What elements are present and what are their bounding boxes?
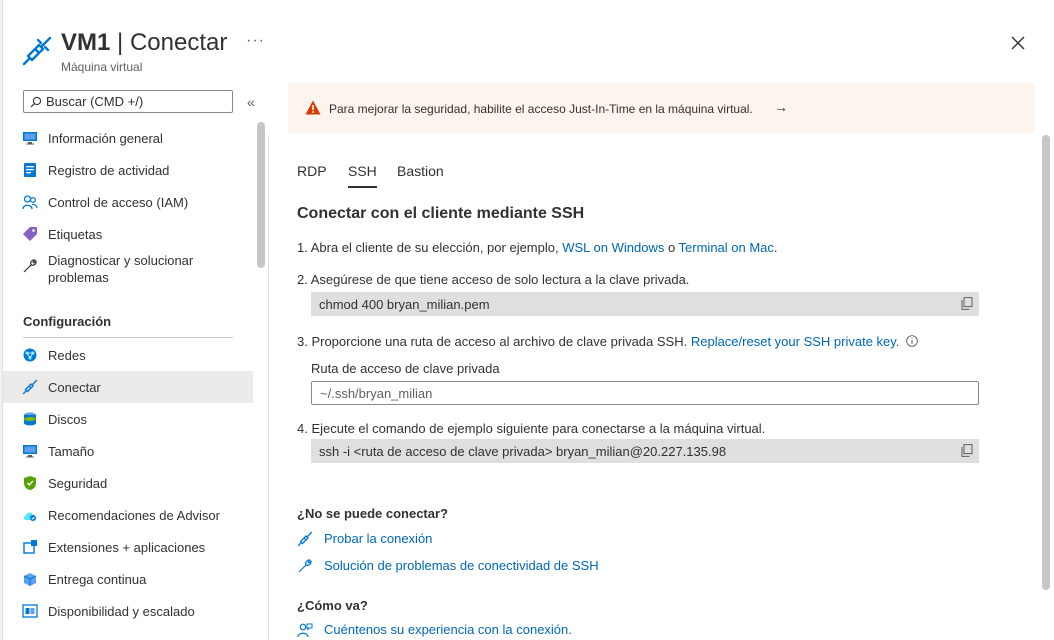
sidebar-item-label: Recomendaciones de Advisor bbox=[48, 508, 220, 523]
close-icon[interactable] bbox=[1006, 31, 1030, 55]
delivery-icon bbox=[23, 573, 37, 586]
wsl-link[interactable]: WSL on Windows bbox=[562, 240, 664, 255]
sidebar-item-label: Control de acceso (IAM) bbox=[48, 195, 189, 210]
copy-icon[interactable] bbox=[961, 297, 973, 310]
shield-icon bbox=[24, 476, 36, 490]
sidebar-item-label: Conectar bbox=[48, 380, 101, 395]
resource-menu: « Información general Registro de activi… bbox=[3, 82, 268, 640]
sidebar-item-label: Extensiones + aplicaciones bbox=[48, 540, 206, 555]
search-box bbox=[23, 90, 233, 113]
sidebar-item-label: Información general bbox=[48, 131, 163, 146]
sidebar-item-size[interactable]: Tamaño bbox=[3, 435, 253, 467]
copy-icon[interactable] bbox=[961, 444, 973, 457]
reset-key-link[interactable]: Replace/reset your SSH private key. bbox=[691, 334, 900, 349]
monitor-icon bbox=[23, 445, 37, 458]
sidebar-item-networking[interactable]: Redes bbox=[3, 339, 253, 371]
plug-icon bbox=[22, 379, 38, 395]
warning-icon bbox=[305, 100, 321, 115]
sidebar-item-label: Registro de actividad bbox=[48, 163, 170, 178]
step-2: 2. Asegúrese de que tiene acceso de solo… bbox=[297, 272, 690, 287]
plug-icon bbox=[297, 531, 313, 547]
collapse-menu-button[interactable]: « bbox=[247, 94, 255, 110]
tab-bastion[interactable]: Bastion bbox=[397, 163, 444, 179]
path-field-label: Ruta de acceso de clave privada bbox=[311, 361, 500, 376]
sidebar-item-overview[interactable]: Información general bbox=[3, 122, 253, 154]
troubleshoot-ssh-link[interactable]: Solución de problemas de conectividad de… bbox=[297, 556, 617, 576]
disk-icon bbox=[24, 412, 36, 426]
tab-ssh[interactable]: SSH bbox=[348, 163, 377, 188]
search-icon bbox=[30, 96, 42, 108]
sidebar-item-iam[interactable]: Control de acceso (IAM) bbox=[3, 186, 253, 218]
sidebar-item-disks[interactable]: Discos bbox=[3, 403, 253, 435]
sidebar-item-security[interactable]: Seguridad bbox=[3, 467, 253, 499]
step-3: 3. Proporcione una ruta de acceso al arc… bbox=[297, 334, 918, 349]
search-input[interactable] bbox=[46, 93, 229, 110]
feedback-icon bbox=[297, 623, 313, 638]
code-block-chmod: chmod 400 bryan_milian.pem bbox=[311, 292, 979, 316]
private-key-path-input[interactable] bbox=[311, 381, 979, 405]
step-1: 1. Abra el cliente de su elección, por e… bbox=[297, 240, 778, 255]
sidebar-item-label: Seguridad bbox=[48, 476, 108, 491]
content-scrollbar[interactable] bbox=[1042, 135, 1050, 590]
tab-rdp[interactable]: RDP bbox=[297, 163, 327, 179]
sidebar-item-label: Entrega continua bbox=[48, 572, 147, 587]
page-title: VM1 | Conectar bbox=[61, 29, 228, 56]
feedback-heading: ¿Cómo va? bbox=[297, 598, 368, 613]
sidebar-item-availability[interactable]: Disponibilidad y escalado bbox=[3, 595, 253, 627]
main-content: Para mejorar la seguridad, habilite el a… bbox=[268, 82, 1054, 640]
sidebar-item-diagnose[interactable]: Diagnosticar y solucionar problemas bbox=[3, 250, 253, 290]
test-connection-link[interactable]: Probar la conexión bbox=[297, 529, 497, 549]
sidebar-item-label: Diagnosticar y solucionar problemas bbox=[48, 253, 194, 285]
notice-text: Para mejorar la seguridad, habilite el a… bbox=[329, 102, 753, 116]
arrow-right-icon[interactable]: → bbox=[774, 99, 788, 115]
wrench-icon bbox=[298, 559, 312, 573]
activity-log-icon bbox=[24, 163, 36, 177]
sidebar-scrollbar-thumb[interactable] bbox=[257, 122, 265, 268]
sidebar-item-label: Etiquetas bbox=[48, 227, 103, 242]
sidebar-item-connect[interactable]: Conectar bbox=[3, 371, 253, 403]
code-text: chmod 400 bryan_milian.pem bbox=[319, 297, 490, 312]
sidebar-item-activity-log[interactable]: Registro de actividad bbox=[3, 154, 253, 186]
connect-panel: RDP SSH Bastion Conectar con el cliente … bbox=[268, 135, 1040, 640]
sidebar-item-label: Discos bbox=[48, 412, 88, 427]
sidebar-item-label: Disponibilidad y escalado bbox=[48, 604, 195, 619]
blade-header: VM1 | Conectar Máquina virtual ··· bbox=[0, 0, 1054, 82]
wrench-icon bbox=[23, 259, 37, 273]
jit-notice-banner[interactable]: Para mejorar la seguridad, habilite el a… bbox=[288, 83, 1034, 133]
section-heading: Conectar con el cliente mediante SSH bbox=[297, 205, 585, 222]
monitor-icon bbox=[23, 132, 37, 145]
people-icon bbox=[22, 195, 38, 210]
section-title-configuration: Configuración bbox=[23, 314, 112, 329]
availability-icon bbox=[22, 604, 38, 618]
code-text: ssh -i <ruta de acceso de clave privada>… bbox=[319, 444, 727, 459]
sidebar-item-tags[interactable]: Etiquetas bbox=[3, 218, 253, 250]
cant-connect-heading: ¿No se puede conectar? bbox=[297, 506, 448, 521]
feedback-link[interactable]: Cuéntenos su experiencia con la conexión… bbox=[297, 620, 597, 640]
more-options-button[interactable]: ··· bbox=[246, 32, 265, 50]
code-block-ssh: ssh -i <ruta de acceso de clave privada>… bbox=[311, 439, 979, 463]
section-divider bbox=[23, 337, 233, 338]
info-icon[interactable] bbox=[906, 335, 918, 347]
sidebar-scrollbar[interactable] bbox=[257, 122, 265, 640]
sidebar-item-continuous-delivery[interactable]: Entrega continua bbox=[3, 563, 253, 595]
sidebar-item-extensions[interactable]: Extensiones + aplicaciones bbox=[3, 531, 253, 563]
sidebar-item-label: Tamaño bbox=[48, 444, 95, 459]
network-icon bbox=[23, 348, 37, 362]
plug-icon bbox=[22, 36, 52, 66]
step-4: 4. Ejecute el comando de ejemplo siguien… bbox=[297, 421, 766, 436]
page-subtitle: Máquina virtual bbox=[61, 60, 143, 74]
terminal-mac-link[interactable]: Terminal on Mac bbox=[679, 240, 774, 255]
tag-icon bbox=[23, 227, 37, 241]
sidebar-item-advisor[interactable]: Recomendaciones de Advisor bbox=[3, 499, 253, 531]
sidebar-item-label: Redes bbox=[48, 348, 86, 363]
cloud-icon bbox=[23, 512, 36, 521]
extensions-icon bbox=[23, 540, 37, 554]
